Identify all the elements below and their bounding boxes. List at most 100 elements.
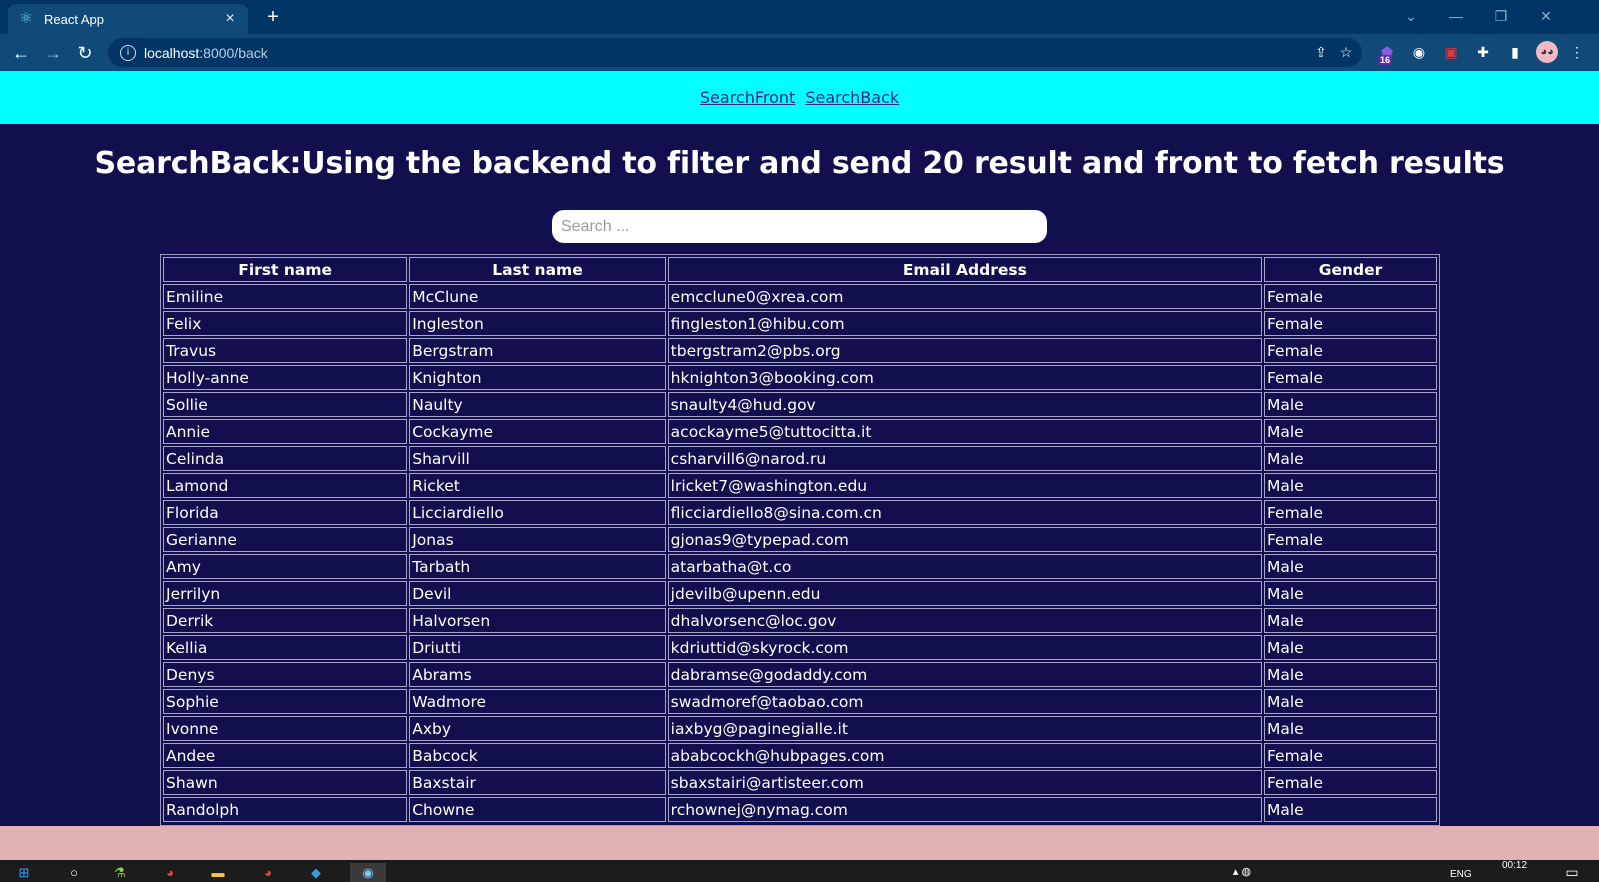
table-row: Lamond Ricket lricket7@washington.edu Male [163, 473, 1437, 498]
cell-first-name: Felix [163, 311, 408, 336]
table-body: Emiline McClune emcclune0@xrea.com Female Fe… [163, 284, 1437, 822]
side-panel-icon[interactable]: ▮ [1504, 41, 1526, 63]
cell-first-name: Randolph [163, 797, 408, 822]
clock-time[interactable]: 00:12 [1502, 860, 1527, 871]
search-input[interactable] [552, 210, 1047, 243]
cell-gender: Male [1263, 419, 1437, 444]
cell-first-name: Emiline [163, 284, 408, 309]
cell-gender: Male [1263, 473, 1437, 498]
notifications-icon[interactable]: ▭ [1562, 863, 1582, 882]
cell-email: emcclune0@xrea.com [667, 284, 1262, 309]
cell-gender: Male [1263, 797, 1437, 822]
table-row: Andee Babcock ababcockh@hubpages.com Female [163, 743, 1437, 768]
cell-first-name: Amy [163, 554, 408, 579]
cell-gender: Female [1263, 527, 1437, 552]
react-icon: ⚛ [19, 10, 33, 27]
forward-arrow-icon[interactable]: → [40, 40, 66, 66]
search-icon[interactable]: ○ [64, 863, 84, 882]
cell-last-name: Driutti [409, 635, 666, 660]
cell-gender: Male [1263, 608, 1437, 633]
new-tab-button[interactable]: + [260, 5, 286, 29]
cell-email: snaulty4@hud.gov [667, 392, 1262, 417]
url-host: localhost [144, 44, 200, 61]
info-icon[interactable]: i [120, 44, 136, 61]
browser-tab[interactable]: ⚛ React App × [8, 4, 248, 34]
cell-email: dhalvorsenc@loc.gov [667, 608, 1262, 633]
cell-gender: Male [1263, 446, 1437, 471]
cell-last-name: McClune [409, 284, 666, 309]
folder-icon[interactable]: ▬ [208, 863, 228, 882]
main-content: SearchBack:Using the backend to filter a… [0, 124, 1599, 826]
cell-last-name: Licciardiello [409, 500, 666, 525]
chrome-icon[interactable]: ◕ [160, 863, 180, 882]
extension-icon[interactable]: ▣ [1440, 41, 1462, 63]
star-icon[interactable]: ☆ [1335, 41, 1357, 63]
nav-link-searchback[interactable]: SearchBack [805, 88, 899, 107]
cell-last-name: Abrams [409, 662, 666, 687]
cell-gender: Male [1263, 581, 1437, 606]
share-icon[interactable]: ⇪ [1310, 41, 1332, 63]
language-indicator[interactable]: ENG [1450, 869, 1472, 880]
cell-email: acockayme5@tuttocitta.it [667, 419, 1262, 444]
cell-first-name: Ivonne [163, 716, 408, 741]
windows-start-icon[interactable]: ⊞ [14, 863, 34, 882]
cell-first-name: Florida [163, 500, 408, 525]
cell-email: lricket7@washington.edu [667, 473, 1262, 498]
nav-link-searchfront[interactable]: SearchFront [700, 88, 795, 107]
address-bar[interactable]: i localhost:8000/back [108, 38, 1362, 67]
profile-avatar-icon[interactable]: ◕◕ [1536, 41, 1558, 63]
extension-icon[interactable]: ◉ [1408, 41, 1430, 63]
restore-button[interactable]: ❐ [1481, 4, 1521, 28]
cell-first-name: Derrik [163, 608, 408, 633]
cell-last-name: Jonas [409, 527, 666, 552]
close-window-button[interactable]: ✕ [1526, 4, 1566, 28]
cell-gender: Female [1263, 770, 1437, 795]
cell-first-name: Sophie [163, 689, 408, 714]
active-app-icon[interactable]: ◉ [350, 863, 386, 882]
results-table-container: First name Last name Email Address Gende… [160, 254, 1440, 826]
table-row: Celinda Sharvill csharvill6@narod.ru Male [163, 446, 1437, 471]
cell-first-name: Sollie [163, 392, 408, 417]
table-row: Denys Abrams dabramse@godaddy.com Male [163, 662, 1437, 687]
table-row: Sollie Naulty snaulty4@hud.gov Male [163, 392, 1437, 417]
os-taskbar: ⊞ ○ ⚗ ◕ ▬ ◕ ◆ ◉ ▴ ◍ ▥ ◖ ☁ ▦ ENG 00:12 ▭ [0, 860, 1599, 882]
cell-last-name: Axby [409, 716, 666, 741]
table-row: Sophie Wadmore swadmoref@taobao.com Male [163, 689, 1437, 714]
cell-last-name: Chowne [409, 797, 666, 822]
menu-icon[interactable]: ⋮ [1566, 41, 1588, 63]
cell-email: flicciardiello8@sina.com.cn [667, 500, 1262, 525]
cell-last-name: Babcock [409, 743, 666, 768]
minimize-button[interactable]: — [1436, 4, 1476, 28]
close-tab-icon[interactable]: × [222, 10, 238, 28]
header-gender: Gender [1263, 257, 1437, 282]
cell-first-name: Denys [163, 662, 408, 687]
cell-first-name: Gerianne [163, 527, 408, 552]
tab-search-icon[interactable]: ⌄ [1391, 4, 1431, 28]
tray-icons[interactable]: ▴ ◍ ▥ ◖ ☁ ▦ [1232, 863, 1252, 882]
url-path: :8000/back [199, 44, 268, 61]
app-icon[interactable]: ⚗ [110, 863, 130, 882]
cell-gender: Male [1263, 392, 1437, 417]
cell-first-name: Annie [163, 419, 408, 444]
cell-email: swadmoref@taobao.com [667, 689, 1262, 714]
cell-email: hknighton3@booking.com [667, 365, 1262, 390]
table-row: Derrik Halvorsen dhalvorsenc@loc.gov Male [163, 608, 1437, 633]
table-row: Amy Tarbath atarbatha@t.co Male [163, 554, 1437, 579]
cell-gender: Male [1263, 635, 1437, 660]
back-arrow-icon[interactable]: ← [8, 40, 34, 66]
cell-first-name: Holly-anne [163, 365, 408, 390]
reload-icon[interactable]: ↻ [72, 40, 98, 66]
cell-last-name: Ricket [409, 473, 666, 498]
cell-first-name: Travus [163, 338, 408, 363]
header-last-name: Last name [409, 257, 666, 282]
vscode-icon[interactable]: ◆ [306, 863, 326, 882]
puzzle-icon[interactable]: ✚ [1472, 41, 1494, 63]
chrome-icon[interactable]: ◕ [258, 863, 278, 882]
table-header-row: First name Last name Email Address Gende… [163, 257, 1437, 282]
table-row: Felix Ingleston fingleston1@hibu.com Female [163, 311, 1437, 336]
cell-last-name: Baxstair [409, 770, 666, 795]
cell-gender: Male [1263, 662, 1437, 687]
cell-last-name: Cockayme [409, 419, 666, 444]
cell-email: jdevilb@upenn.edu [667, 581, 1262, 606]
cell-last-name: Halvorsen [409, 608, 666, 633]
